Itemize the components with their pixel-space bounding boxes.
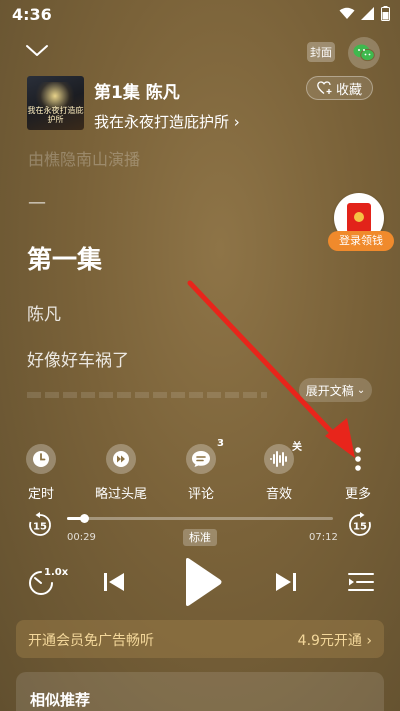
skip-intro-outro-button[interactable]: 略过头尾 xyxy=(91,444,151,502)
skip-intro-label: 略过头尾 xyxy=(94,487,147,502)
cover-button[interactable]: 封面 xyxy=(307,42,335,62)
login-reward-widget[interactable]: 登录领钱 xyxy=(328,193,394,257)
sound-effect-icon: 关 xyxy=(264,442,302,474)
wechat-icon xyxy=(353,44,375,62)
rewind-icon: 15 xyxy=(29,512,51,536)
vip-promo-text: 开通会员免广告畅听 xyxy=(28,633,154,649)
status-icons xyxy=(339,6,390,21)
expand-script-label: 展开文稿 xyxy=(305,383,354,398)
cover-art-title: 我在永夜打造庇护所 xyxy=(27,106,84,124)
next-episode-button[interactable] xyxy=(272,568,300,596)
forward-15-button[interactable]: 15 xyxy=(347,512,373,538)
audio-quality-button[interactable]: 标准 xyxy=(183,529,217,546)
sound-effect-button[interactable]: 关 音效 xyxy=(249,442,309,502)
signal-icon xyxy=(361,7,374,20)
comment-button[interactable]: 3 评论 xyxy=(171,438,231,502)
more-button[interactable]: 更多 xyxy=(328,444,388,502)
collapse-chevron-icon[interactable] xyxy=(24,40,50,60)
skip-intro-icon xyxy=(106,444,136,474)
playlist-button[interactable] xyxy=(348,569,374,595)
progress-slider[interactable] xyxy=(67,514,333,523)
sound-effect-label: 音效 xyxy=(265,487,292,502)
similar-title: 相似推荐 xyxy=(30,691,91,709)
chevron-right-icon: › xyxy=(233,113,240,131)
album-name-link[interactable]: 我在永夜打造庇护所 › xyxy=(94,111,240,132)
collect-label: 收藏 xyxy=(335,82,362,98)
rewind-15-button[interactable]: 15 xyxy=(27,512,53,538)
login-reward-label: 登录领钱 xyxy=(328,231,394,251)
rewind-seconds: 15 xyxy=(33,522,47,533)
script-line-text: 好像好车祸了 xyxy=(27,351,129,371)
more-label: 更多 xyxy=(344,487,371,502)
script-line-name: 陈凡 xyxy=(27,305,61,325)
faded-script-line xyxy=(27,392,267,398)
comment-label: 评论 xyxy=(187,487,214,502)
collect-button[interactable]: 收藏 xyxy=(306,76,373,100)
episode-title: 第1集 陈凡 xyxy=(94,83,180,103)
announcer-line: 由樵隐南山演播 xyxy=(28,150,141,169)
timer-label: 定时 xyxy=(27,487,54,502)
total-time: 07:12 xyxy=(309,532,338,543)
vip-price-link[interactable]: 4.9元开通 › xyxy=(298,630,372,650)
heart-plus-icon xyxy=(317,81,332,95)
progress-thumb[interactable] xyxy=(80,514,90,523)
status-time: 4:36 xyxy=(12,5,52,24)
battery-icon xyxy=(381,6,390,21)
comment-icon: 3 xyxy=(186,438,224,474)
more-icon xyxy=(343,444,373,474)
play-button[interactable] xyxy=(180,556,224,608)
album-cover-image[interactable]: 我在永夜打造庇护所 xyxy=(27,76,84,130)
playback-speed-label: 1.0x xyxy=(44,567,69,578)
similar-recommendations-card: 相似推荐 xyxy=(16,672,384,711)
wechat-share-button[interactable] xyxy=(348,37,380,69)
current-time: 00:29 xyxy=(67,532,96,543)
comment-count-badge: 3 xyxy=(217,438,224,449)
sound-effect-off-badge: 关 xyxy=(292,442,302,453)
skip-previous-icon xyxy=(104,573,124,591)
clock-icon xyxy=(26,444,56,474)
vip-promo-banner[interactable]: 开通会员免广告畅听 4.9元开通 › xyxy=(16,620,384,658)
skip-next-icon xyxy=(276,573,296,591)
dash-line: — xyxy=(28,192,46,213)
timer-button[interactable]: 定时 xyxy=(11,444,71,502)
album-name-label: 我在永夜打造庇护所 xyxy=(94,113,230,131)
chevron-down-icon: ⌄ xyxy=(356,384,366,396)
vip-price-label: 4.9元开通 xyxy=(297,633,362,649)
expand-script-button[interactable]: 展开文稿 ⌄ xyxy=(299,378,372,402)
chevron-right-icon: › xyxy=(366,633,372,649)
forward-seconds: 15 xyxy=(353,522,367,533)
chapter-title: 第一集 xyxy=(27,245,103,274)
playlist-icon xyxy=(348,573,374,591)
playback-speed-button[interactable]: 1.0x xyxy=(26,566,68,598)
previous-episode-button[interactable] xyxy=(100,568,128,596)
play-icon xyxy=(186,558,222,606)
wifi-icon xyxy=(339,7,355,19)
fast-forward-icon: 15 xyxy=(349,512,371,536)
